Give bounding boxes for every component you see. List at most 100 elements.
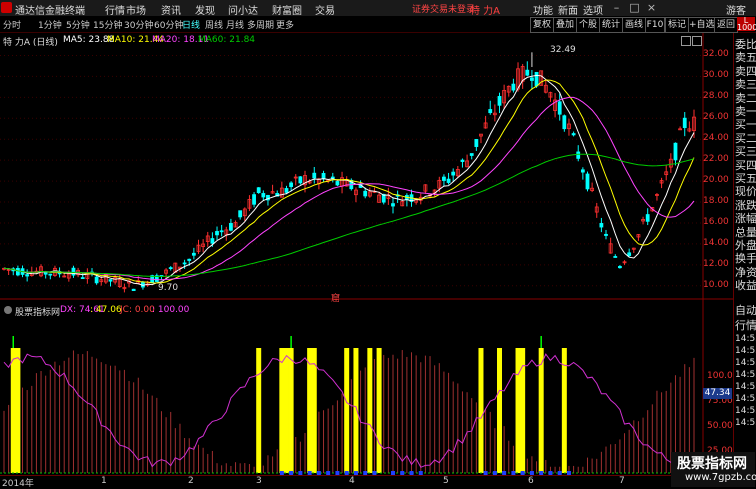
- ind-axis-100: 100.0: [707, 371, 733, 381]
- candle-body: [580, 169, 585, 173]
- candle-body: [460, 159, 465, 162]
- price-tick-label: 18.00: [703, 196, 729, 207]
- tick-time-label: 14:55: [735, 346, 756, 356]
- signal-bar: [256, 348, 262, 473]
- candle-body: [298, 176, 303, 184]
- price-tick-label: 20.00: [703, 175, 729, 186]
- candle-body: [229, 223, 233, 231]
- date-label: 2014年: [2, 479, 34, 489]
- stock-button[interactable]: 个股: [576, 17, 600, 33]
- price-tick-label: 22.00: [703, 154, 729, 165]
- watermark: 股票指标网 www.7gpzb.com: [671, 452, 756, 487]
- price-tick-label: 16.00: [703, 216, 729, 227]
- date-label: 1: [101, 476, 107, 486]
- tab-30min[interactable]: 30分钟: [124, 18, 153, 31]
- candle-body: [474, 139, 479, 147]
- f10-button[interactable]: F10: [645, 17, 665, 33]
- candle-body: [645, 214, 650, 222]
- candle-body: [256, 187, 261, 194]
- menu-ask[interactable]: 问小达: [228, 2, 258, 17]
- price-tick-label: 30.00: [703, 70, 729, 81]
- candle-body: [562, 115, 567, 130]
- candle-body: [252, 194, 256, 205]
- menu-options[interactable]: 选项: [583, 2, 603, 17]
- price-tick-label: 14.00: [703, 237, 729, 248]
- mark-button[interactable]: 标记: [665, 17, 689, 33]
- stats-button[interactable]: 统计: [599, 17, 623, 33]
- chart-settings-icon[interactable]: [692, 36, 702, 46]
- candle-body: [673, 142, 678, 161]
- candle-body: [187, 258, 192, 261]
- tick-time-label: 14:55: [735, 418, 756, 428]
- menu-function[interactable]: 功能: [533, 2, 553, 17]
- candle-body: [261, 193, 266, 198]
- add-watchlist-button[interactable]: +自选: [688, 17, 715, 33]
- candle-body: [618, 266, 622, 269]
- signal-bar: [288, 348, 294, 473]
- tick-time-label[interactable]: 自动: [735, 302, 756, 318]
- close-icon[interactable]: ×: [645, 1, 658, 14]
- maximize-icon[interactable]: □: [628, 1, 641, 14]
- draw-button[interactable]: 画线: [622, 17, 646, 33]
- tab-monthly[interactable]: 月线: [226, 18, 244, 31]
- candle-body: [613, 256, 618, 258]
- candle-body: [363, 190, 368, 197]
- menu-discover[interactable]: 发现: [195, 2, 215, 17]
- signal-bar: [15, 348, 21, 473]
- login-warning[interactable]: 证券交易未登录: [412, 2, 475, 15]
- tab-5min[interactable]: 5分钟: [66, 18, 90, 31]
- candle-body: [210, 238, 215, 244]
- signal-bar: [367, 348, 373, 473]
- gap-marker: 窟: [331, 294, 341, 304]
- candle-body: [48, 273, 53, 276]
- back-button[interactable]: 返回: [714, 17, 738, 33]
- menu-new[interactable]: 新面: [558, 2, 578, 17]
- price-tick-label: 32.00: [703, 49, 729, 60]
- tab-intraday[interactable]: 分时: [3, 18, 21, 31]
- signal-bar: [10, 348, 16, 473]
- tab-multi[interactable]: 多周期: [247, 18, 274, 31]
- tab-weekly[interactable]: 周线: [205, 18, 223, 31]
- low-annotation: 9.70: [158, 283, 179, 293]
- candle-body: [80, 277, 85, 279]
- candle-body: [511, 83, 516, 91]
- tick-time-label: 14:55: [735, 406, 756, 416]
- candle-body: [682, 117, 687, 129]
- guest-label[interactable]: 游客: [726, 2, 746, 17]
- signal-bar: [279, 348, 285, 473]
- signal-bar: [497, 348, 503, 473]
- candle-body: [284, 188, 289, 193]
- tab-60min[interactable]: 60分钟: [154, 18, 183, 31]
- signal-bar: [344, 348, 350, 473]
- stock-title: 特 力A: [470, 6, 501, 17]
- watermark-title: 股票指标网: [677, 456, 747, 472]
- menu-trade[interactable]: 交易: [315, 2, 335, 17]
- menu-news[interactable]: 资讯: [161, 2, 181, 17]
- candle-body: [585, 173, 590, 190]
- date-label: 2: [188, 476, 194, 486]
- signal-bar: [561, 348, 567, 473]
- restore-right-button[interactable]: 复权: [530, 17, 554, 33]
- price-tick-label: 12.00: [703, 258, 729, 269]
- menu-wealth[interactable]: 财富圈: [272, 2, 302, 17]
- tab-15min[interactable]: 15分钟: [93, 18, 122, 31]
- tick-time-label[interactable]: 行情: [735, 317, 756, 333]
- chart-zoom-icon[interactable]: [681, 36, 691, 46]
- candle-body: [525, 69, 530, 76]
- price-tick-label: 28.00: [703, 91, 729, 102]
- tab-more[interactable]: 更多: [276, 18, 294, 31]
- candle-body: [599, 223, 604, 228]
- menu-quotes[interactable]: 行情: [105, 2, 125, 17]
- tab-daily[interactable]: 日线: [182, 18, 200, 31]
- chart-area[interactable]: [0, 33, 733, 475]
- indicator-gear-icon[interactable]: [4, 306, 12, 314]
- high-annotation: 32.49: [550, 45, 576, 55]
- candle-body: [534, 71, 539, 87]
- tab-1min[interactable]: 1分钟: [38, 18, 62, 31]
- overlay-button[interactable]: 叠加: [553, 17, 577, 33]
- candle-body: [108, 279, 113, 282]
- price-tick-label: 26.00: [703, 112, 729, 123]
- minimize-icon[interactable]: –: [610, 1, 623, 14]
- menu-market[interactable]: 市场: [126, 2, 146, 17]
- signal-bar: [353, 348, 359, 473]
